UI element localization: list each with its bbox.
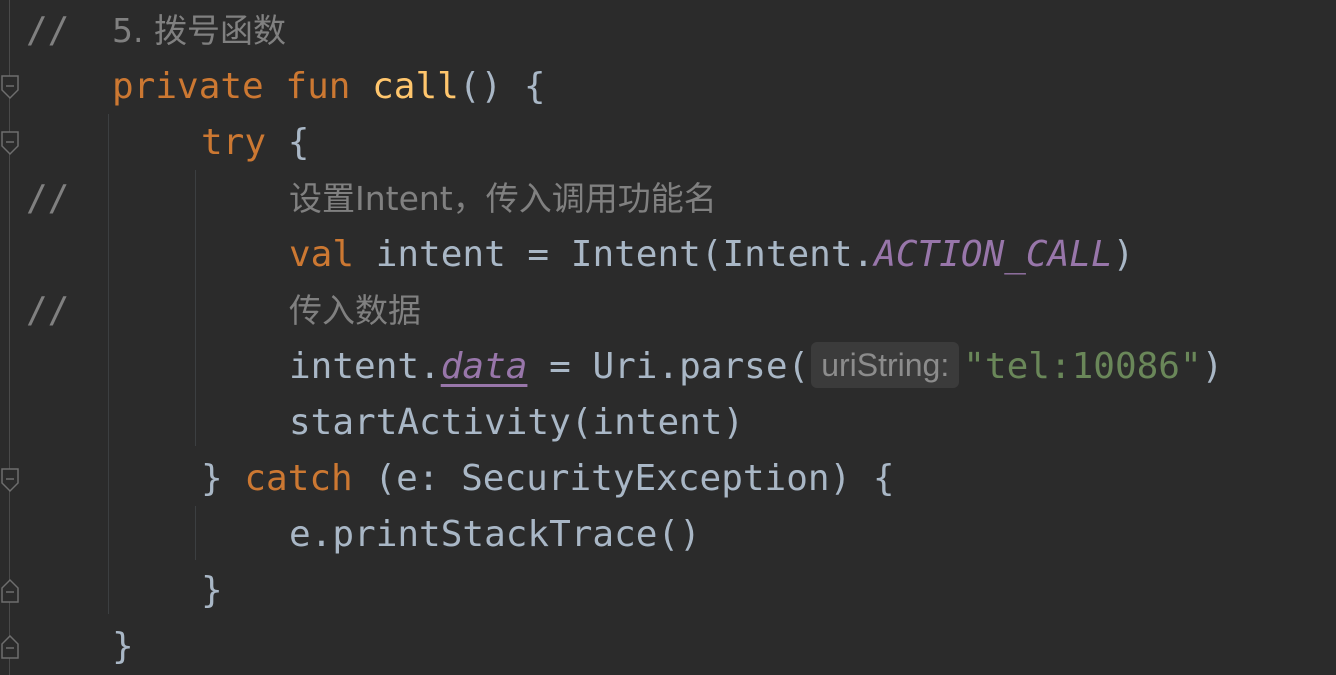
code-text: ) [1112,234,1135,275]
keyword: private fun [112,66,351,107]
code-text: intent = Intent(Intent. [354,234,875,275]
code-text: } [112,626,134,667]
comment-marker: // [26,290,70,331]
comment-text: 传入数据 [289,291,421,330]
code-text: } [201,458,245,499]
code-text: e.printStackTrace() [289,514,701,555]
parameter-hint: uriString: [811,342,960,388]
comment-text: 5. 拨号函数 [112,11,286,50]
function-name: call [372,66,459,107]
string-literal: "tel:10086" [963,346,1202,387]
fold-collapse-icon[interactable] [1,131,19,157]
code-text: () { [458,66,546,107]
code-line-7: intent.data = Uri.parse(uriString: "tel:1… [289,339,1223,395]
fold-collapse-icon[interactable] [1,468,19,494]
gutter-line [9,0,10,675]
keyword: try [201,122,267,163]
comment-marker: // [26,10,70,51]
indent-guide [195,170,196,446]
code-text: = Uri.parse( [527,346,810,387]
code-line-9: } catch (e: SecurityException) { [201,451,895,507]
keyword: catch [244,458,353,499]
comment-text: 设置Intent，传入调用功能名 [289,179,717,218]
keyword: val [289,234,355,275]
indent-guide [195,506,196,560]
indent-guide [108,114,109,614]
code-line-3: try { [201,115,309,171]
constant: ACTION_CALL [874,234,1113,275]
code-line-11: } [201,563,223,619]
code-line-2: private fun call() { [112,59,546,115]
code-text: (e: SecurityException) { [352,458,895,499]
code-text: startActivity(intent) [289,402,745,443]
code-line-8: startActivity(intent) [289,395,744,451]
code-line-5: val intent = Intent(Intent.ACTION_CALL) [289,227,1134,283]
code-text: { [266,122,310,163]
code-text: } [201,570,223,611]
fold-collapse-icon[interactable] [1,75,19,101]
code-line-12: } [112,619,134,675]
code-text: intent. [289,346,441,387]
code-line-10: e.printStackTrace() [289,507,701,563]
code-editor[interactable]: // 5. 拨号函数 private fun call() { try { // 设… [0,0,1336,675]
comment-marker: // [26,178,70,219]
code-text: ) [1201,346,1224,387]
fold-end-icon[interactable] [1,633,19,659]
fold-end-icon[interactable] [1,577,19,603]
property: data [440,346,528,387]
